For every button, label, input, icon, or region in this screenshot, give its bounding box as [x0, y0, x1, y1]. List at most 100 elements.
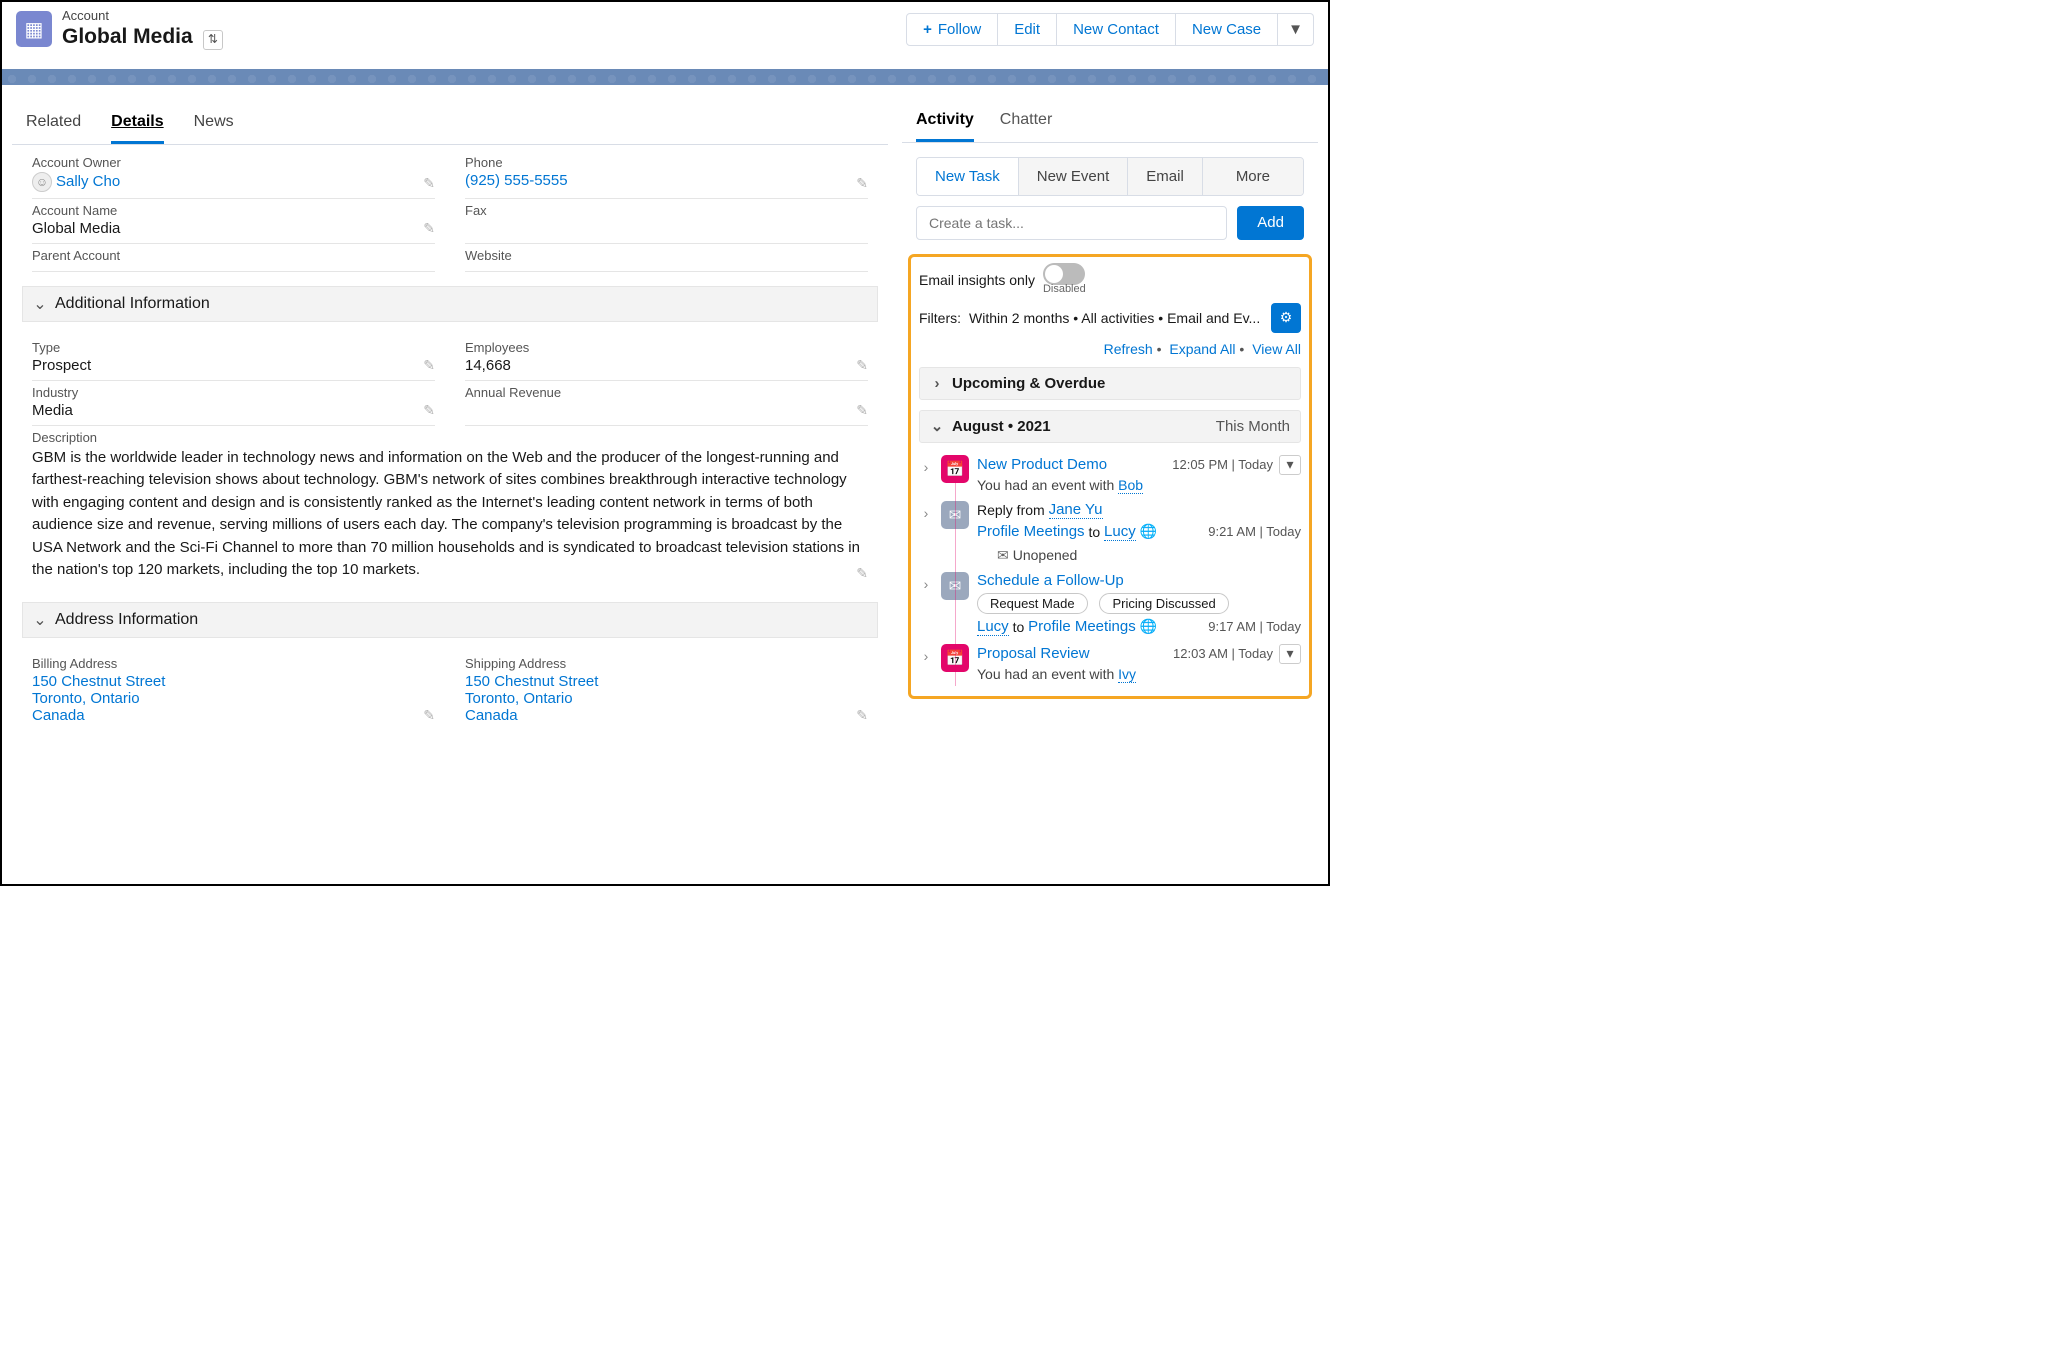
edit-revenue-icon[interactable]: ✎ — [856, 402, 868, 419]
edit-phone-icon[interactable]: ✎ — [856, 175, 868, 192]
from-link[interactable]: Profile Meetings — [977, 523, 1085, 540]
subtab-new-event[interactable]: New Event — [1019, 158, 1129, 195]
field-fax: Fax — [465, 199, 868, 244]
refresh-link[interactable]: Refresh — [1104, 341, 1153, 357]
edit-industry-icon[interactable]: ✎ — [423, 402, 435, 419]
event-title-link[interactable]: New Product Demo — [977, 456, 1107, 473]
owner-avatar-icon: ☺ — [32, 172, 52, 192]
expand-chevron-icon[interactable]: › — [919, 572, 933, 636]
subtab-new-task[interactable]: New Task — [917, 158, 1019, 195]
email-insights-label: Email insights only — [919, 272, 1035, 288]
expand-all-link[interactable]: Expand All — [1169, 341, 1235, 357]
field-type: Type Prospect ✎ — [32, 336, 435, 381]
globe-icon: 🌐 — [1140, 618, 1157, 635]
billing-country-link[interactable]: Canada — [32, 707, 85, 724]
to-link[interactable]: Profile Meetings — [1028, 618, 1136, 635]
filter-settings-gear-icon[interactable]: ⚙ — [1271, 303, 1301, 333]
billing-street-link[interactable]: 150 Chestnut Street — [32, 673, 165, 690]
field-website: Website — [465, 244, 868, 272]
account-name: Global Media — [62, 25, 193, 48]
chevron-down-icon: ⌄ — [33, 613, 47, 627]
add-task-button[interactable]: Add — [1237, 206, 1304, 240]
shipping-street-link[interactable]: 150 Chestnut Street — [465, 673, 598, 690]
edit-shipping-icon[interactable]: ✎ — [856, 707, 868, 724]
field-employees: Employees 14,668 ✎ — [465, 336, 868, 381]
edit-owner-icon[interactable]: ✎ — [423, 175, 435, 192]
side-panel: Activity Chatter New Task New Event Emai… — [902, 97, 1318, 736]
edit-type-icon[interactable]: ✎ — [423, 357, 435, 374]
subtab-email[interactable]: Email — [1128, 158, 1203, 195]
view-all-link[interactable]: View All — [1252, 341, 1301, 357]
event-time: 9:21 AM | Today — [1208, 524, 1301, 539]
field-phone: Phone (925) 555-5555 ✎ — [465, 151, 868, 199]
item-menu-caret[interactable]: ▾ — [1279, 455, 1301, 475]
to-link[interactable]: Lucy — [1104, 523, 1136, 541]
billing-city-link[interactable]: Toronto, Ontario — [32, 690, 140, 707]
event-title-link[interactable]: Schedule a Follow-Up — [977, 572, 1124, 589]
object-label: Account — [62, 8, 223, 24]
tab-related[interactable]: Related — [26, 107, 81, 144]
chevron-down-icon: ⌄ — [930, 419, 944, 433]
field-parent-account: Parent Account — [32, 244, 435, 272]
topic-chip[interactable]: Request Made — [977, 593, 1088, 614]
topic-chip[interactable]: Pricing Discussed — [1099, 593, 1228, 614]
create-task-input[interactable] — [916, 206, 1227, 240]
phone-link[interactable]: (925) 555-5555 — [465, 172, 568, 189]
subtab-more[interactable]: More — [1203, 158, 1303, 195]
filters-text: Within 2 months • All activities • Email… — [969, 310, 1260, 326]
tab-news[interactable]: News — [194, 107, 234, 144]
section-additional-info[interactable]: ⌄ Additional Information — [22, 286, 878, 322]
new-contact-button[interactable]: New Contact — [1057, 13, 1176, 46]
tab-details[interactable]: Details — [111, 107, 163, 144]
expand-chevron-icon[interactable]: › — [919, 455, 933, 493]
timeline-item: › 📅 Proposal Review 12:03 AM | Today ▾ Y… — [919, 640, 1301, 686]
new-case-button[interactable]: New Case — [1176, 13, 1278, 46]
field-description: Description GBM is the worldwide leader … — [32, 426, 868, 588]
shipping-city-link[interactable]: Toronto, Ontario — [465, 690, 573, 707]
field-account-name: Account Name Global Media ✎ — [32, 199, 435, 244]
event-title-link[interactable]: Proposal Review — [977, 645, 1090, 662]
person-link[interactable]: Bob — [1118, 477, 1143, 494]
filters-prefix: Filters: — [919, 310, 961, 326]
this-month-label: This Month — [1216, 418, 1290, 435]
activity-highlight-region: Email insights only Disabled Filters: Wi… — [908, 254, 1312, 699]
email-insights-toggle[interactable] — [1043, 263, 1085, 285]
edit-description-icon[interactable]: ✎ — [856, 565, 868, 582]
field-industry: Industry Media ✎ — [32, 381, 435, 426]
person-link[interactable]: Ivy — [1118, 666, 1136, 683]
activity-timeline: › 📅 New Product Demo 12:05 PM | Today ▾ … — [919, 451, 1301, 686]
timeline-item: › ✉ Schedule a Follow-Up Request Made Pr… — [919, 568, 1301, 640]
edit-billing-icon[interactable]: ✎ — [423, 707, 435, 724]
account-icon: ▦ — [16, 11, 52, 47]
hierarchy-icon[interactable]: ⇅ — [203, 30, 223, 50]
field-shipping-address: Shipping Address 150 Chestnut Street Tor… — [465, 652, 868, 730]
main-tabs: Related Details News — [12, 107, 888, 145]
item-menu-caret[interactable]: ▾ — [1279, 644, 1301, 664]
tab-chatter[interactable]: Chatter — [1000, 107, 1052, 142]
event-time: 12:03 AM | Today — [1173, 646, 1273, 661]
email-icon: ✉ — [941, 572, 969, 600]
tab-activity[interactable]: Activity — [916, 107, 974, 142]
section-address-info[interactable]: ⌄ Address Information — [22, 602, 878, 638]
globe-icon: 🌐 — [1140, 523, 1157, 540]
upcoming-overdue-header[interactable]: › Upcoming & Overdue — [919, 367, 1301, 400]
event-time: 12:05 PM | Today — [1172, 457, 1273, 472]
edit-button[interactable]: Edit — [998, 13, 1057, 46]
from-link[interactable]: Lucy — [977, 618, 1009, 636]
expand-chevron-icon[interactable]: › — [919, 644, 933, 682]
decorative-band — [2, 69, 1328, 85]
expand-chevron-icon[interactable]: › — [919, 501, 933, 564]
mail-icon: ✉ — [997, 547, 1009, 563]
shipping-country-link[interactable]: Canada — [465, 707, 518, 724]
follow-button[interactable]: +Follow — [906, 13, 998, 46]
more-actions-caret[interactable]: ▼ — [1278, 13, 1314, 46]
owner-link[interactable]: Sally Cho — [56, 172, 120, 189]
field-annual-revenue: Annual Revenue ✎ — [465, 381, 868, 426]
timeline-item: › ✉ Reply from Jane Yu Profile Meetings … — [919, 497, 1301, 568]
event-icon: 📅 — [941, 644, 969, 672]
edit-employees-icon[interactable]: ✎ — [856, 357, 868, 374]
event-title-link[interactable]: Jane Yu — [1049, 501, 1103, 519]
edit-name-icon[interactable]: ✎ — [423, 220, 435, 237]
month-header[interactable]: ⌄ August • 2021 This Month — [919, 410, 1301, 443]
event-icon: 📅 — [941, 455, 969, 483]
